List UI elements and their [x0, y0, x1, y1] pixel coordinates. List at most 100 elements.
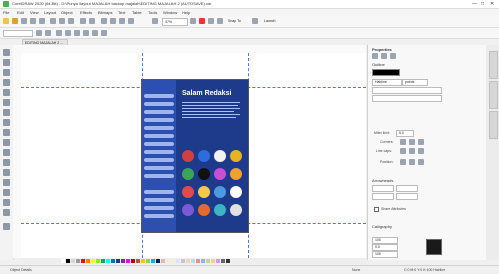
shape-tool-icon[interactable]	[3, 59, 10, 66]
palette-swatch[interactable]	[211, 259, 215, 263]
palette-swatch[interactable]	[181, 259, 185, 263]
hints-docker-tab[interactable]	[489, 111, 498, 139]
menu-table[interactable]: Table	[132, 10, 142, 15]
palette-swatch[interactable]	[226, 259, 230, 263]
save-icon[interactable]	[21, 18, 27, 24]
miter-corner-icon[interactable]	[400, 139, 406, 145]
palette-swatch[interactable]	[106, 259, 110, 263]
show-rulers-icon[interactable]	[199, 18, 205, 24]
eyedropper-icon[interactable]	[3, 189, 10, 196]
cut-icon[interactable]	[50, 18, 56, 24]
palette-swatch[interactable]	[66, 259, 70, 263]
palette-swatch[interactable]	[186, 259, 190, 263]
maximize-button[interactable]: □	[481, 1, 484, 7]
square-cap-icon[interactable]	[400, 148, 406, 154]
transparency-icon[interactable]	[3, 179, 10, 186]
start-arrow-style[interactable]	[372, 193, 394, 200]
ellipse-tool-icon[interactable]	[3, 119, 10, 126]
outline-status[interactable]: C:0 M:0 Y:0 K:100 Hairline	[404, 268, 445, 272]
zoom-out-icon[interactable]	[65, 30, 71, 36]
menu-effects[interactable]: Effects	[80, 10, 92, 15]
palette-swatch[interactable]	[71, 259, 75, 263]
palette-swatch[interactable]	[111, 259, 115, 263]
search-icon[interactable]	[101, 18, 107, 24]
palette-swatch[interactable]	[146, 259, 150, 263]
extended-cap-icon[interactable]	[418, 148, 424, 154]
outline-pen-icon[interactable]	[372, 53, 378, 59]
palette-swatch[interactable]	[166, 259, 170, 263]
redo-icon[interactable]	[89, 18, 95, 24]
copy-icon[interactable]	[59, 18, 65, 24]
launch-dropdown[interactable]: Launch	[264, 19, 275, 23]
crop-tool-icon[interactable]	[3, 69, 10, 76]
smart-fill-icon[interactable]	[3, 209, 10, 216]
palette-swatch[interactable]	[176, 259, 180, 263]
open-folder-icon[interactable]	[12, 18, 18, 24]
stretch-input[interactable]: 100	[372, 237, 398, 244]
zoom-selected-icon[interactable]	[74, 30, 80, 36]
centered-position-icon[interactable]	[409, 159, 415, 165]
menu-view[interactable]: View	[30, 10, 39, 15]
end-arrowhead-select[interactable]	[396, 185, 418, 192]
round-cap-icon[interactable]	[409, 148, 415, 154]
outline-color-swatch[interactable]	[372, 69, 400, 76]
connector-tool-icon[interactable]	[3, 159, 10, 166]
add-tool-icon[interactable]	[3, 223, 10, 230]
palette-swatch[interactable]	[126, 259, 130, 263]
dash-style-select[interactable]	[372, 95, 442, 102]
palette-swatch[interactable]	[76, 259, 80, 263]
palette-swatch[interactable]	[216, 259, 220, 263]
palette-swatch[interactable]	[191, 259, 195, 263]
zoom-tool-icon[interactable]	[3, 79, 10, 86]
pdf-icon[interactable]	[128, 18, 134, 24]
gear-icon[interactable]	[252, 18, 258, 24]
palette-swatch[interactable]	[81, 259, 85, 263]
outline-width-field[interactable]: Hairline	[372, 79, 402, 86]
end-arrow-style[interactable]	[396, 193, 418, 200]
share-attributes-checkbox[interactable]	[374, 207, 379, 212]
minimize-button[interactable]: —	[472, 1, 477, 7]
outside-position-icon[interactable]	[400, 159, 406, 165]
export-icon[interactable]	[119, 18, 125, 24]
palette-swatch[interactable]	[61, 259, 65, 263]
menu-object[interactable]: Object	[61, 10, 73, 15]
palette-swatch[interactable]	[131, 259, 135, 263]
menu-layout[interactable]: Layout	[44, 10, 56, 15]
palette-swatch[interactable]	[156, 259, 160, 263]
text-tool-icon[interactable]	[3, 139, 10, 146]
menu-window[interactable]: Window	[163, 10, 177, 15]
freehand-tool-icon[interactable]	[3, 89, 10, 96]
show-guidelines-icon[interactable]	[217, 18, 223, 24]
object-details-status[interactable]: Object Details	[10, 268, 32, 272]
miter-limit-input[interactable]: 5.0	[396, 130, 414, 137]
guideline[interactable]	[248, 53, 249, 258]
menu-file[interactable]: File	[3, 10, 9, 15]
palette-swatch[interactable]	[136, 259, 140, 263]
pan-icon[interactable]	[101, 30, 107, 36]
bevel-corner-icon[interactable]	[418, 139, 424, 145]
import-icon[interactable]	[110, 18, 116, 24]
full-screen-icon[interactable]	[190, 18, 196, 24]
menu-tools[interactable]: Tools	[148, 10, 157, 15]
menu-help[interactable]: Help	[182, 10, 190, 15]
show-grid-icon[interactable]	[208, 18, 214, 24]
palette-swatch[interactable]	[116, 259, 120, 263]
cloud-icon[interactable]	[30, 18, 36, 24]
landscape-icon[interactable]	[45, 30, 51, 36]
menu-text[interactable]: Text	[118, 10, 125, 15]
units-select[interactable]: points	[402, 79, 428, 86]
palette-swatch[interactable]	[206, 259, 210, 263]
palette-swatch[interactable]	[141, 259, 145, 263]
palette-swatch[interactable]	[201, 259, 205, 263]
pick-tool-icon[interactable]	[3, 49, 10, 56]
print-icon[interactable]	[39, 18, 45, 24]
palette-swatch[interactable]	[161, 259, 165, 263]
transparency-icon[interactable]	[390, 53, 396, 59]
palette-swatch[interactable]	[101, 259, 105, 263]
angle-input[interactable]: 0.0	[372, 244, 398, 251]
close-button[interactable]: ✕	[490, 1, 494, 7]
paste-icon[interactable]	[68, 18, 74, 24]
drop-shadow-icon[interactable]	[3, 169, 10, 176]
undo-icon[interactable]	[80, 18, 86, 24]
start-arrowhead-select[interactable]	[372, 185, 394, 192]
